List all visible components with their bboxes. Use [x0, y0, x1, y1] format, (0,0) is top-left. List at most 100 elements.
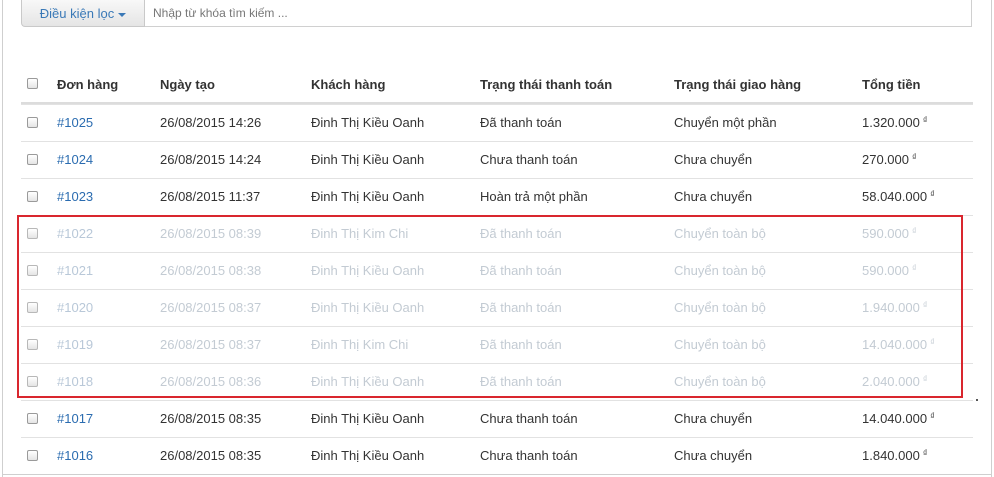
row-select-cell: [27, 142, 38, 179]
table-row[interactable]: #1018 26/08/2015 08:36 Đinh Thị Kiều Oanh Đ…: [21, 363, 973, 400]
created-date: 26/08/2015 08:35: [160, 411, 262, 426]
customer-name: Đinh Thị Kiều Oanh: [311, 300, 425, 315]
order-total: 1.320.000 ₫: [862, 105, 927, 142]
panel-border-left: [2, 0, 3, 477]
row-checkbox[interactable]: [27, 339, 38, 350]
row-checkbox[interactable]: [27, 450, 38, 461]
customer-name: Đinh Thị Kiều Oanh: [311, 189, 425, 204]
order-total: 58.040.000 ₫: [862, 179, 935, 216]
row-select-cell: [27, 438, 38, 475]
order-id-cell: #1019: [57, 327, 93, 363]
total-amount: 590.000: [862, 226, 909, 241]
header-payment-status[interactable]: Trạng thái thanh toán: [480, 67, 612, 103]
table-row[interactable]: #1025 26/08/2015 14:26 Đinh Thị Kiều Oanh Đ…: [21, 104, 973, 141]
order-link[interactable]: #1025: [57, 115, 93, 130]
payment-status: Đã thanh toán: [480, 337, 562, 352]
payment-status: Đã thanh toán: [480, 263, 562, 278]
currency-symbol: ₫: [922, 448, 928, 458]
total-amount: 590.000: [862, 263, 909, 278]
row-checkbox[interactable]: [27, 376, 38, 387]
shipping-status: Chuyển toàn bộ: [674, 263, 766, 278]
shipping-status: Chuyển một phần: [674, 115, 777, 130]
customer-name: Đinh Thị Kim Chi: [311, 337, 409, 352]
order-total: 1.940.000 ₫: [862, 290, 927, 327]
shipping-status: Chuyển toàn bộ: [674, 226, 766, 241]
table-row[interactable]: #1020 26/08/2015 08:37 Đinh Thị Kiều Oanh Đ…: [21, 289, 973, 326]
created-date: 26/08/2015 08:39: [160, 226, 262, 241]
row-select-cell: [27, 216, 38, 253]
order-id-cell: #1023: [57, 179, 93, 215]
order-link[interactable]: #1022: [57, 226, 93, 241]
order-total: 270.000 ₫: [862, 142, 917, 179]
table-body: #1025 26/08/2015 14:26 Đinh Thị Kiều Oanh Đ…: [21, 104, 973, 474]
order-link[interactable]: #1018: [57, 374, 93, 389]
shipping-status: Chưa chuyển: [674, 411, 753, 426]
row-checkbox[interactable]: [27, 265, 38, 276]
row-checkbox[interactable]: [27, 154, 38, 165]
currency-symbol: ₫: [930, 189, 935, 199]
created-date: 26/08/2015 08:37: [160, 337, 262, 352]
header-shipping-status[interactable]: Trạng thái giao hàng: [674, 67, 801, 103]
stray-dot: [976, 399, 978, 401]
header-total[interactable]: Tổng tiền: [862, 67, 921, 103]
row-checkbox[interactable]: [27, 413, 38, 424]
currency-symbol: ₫: [930, 411, 935, 421]
row-checkbox[interactable]: [27, 191, 38, 202]
customer-name: Đinh Thị Kiều Oanh: [311, 152, 425, 167]
filter-button-label: Điều kiện lọc: [39, 6, 115, 21]
order-link[interactable]: #1023: [57, 189, 93, 204]
order-link[interactable]: #1016: [57, 448, 93, 463]
total-amount: 14.040.000: [862, 337, 928, 352]
row-checkbox[interactable]: [27, 228, 38, 239]
order-link[interactable]: #1020: [57, 300, 93, 315]
payment-status: Đã thanh toán: [480, 226, 562, 241]
table-row[interactable]: #1017 26/08/2015 08:35 Đinh Thị Kiều Oanh C…: [21, 400, 973, 437]
order-total: 1.840.000 ₫: [862, 438, 927, 475]
order-id-cell: #1018: [57, 364, 93, 400]
panel-border-bottom: [2, 474, 992, 475]
order-id-cell: #1020: [57, 290, 93, 326]
order-link[interactable]: #1024: [57, 152, 93, 167]
header-customer[interactable]: Khách hàng: [311, 67, 385, 103]
customer-name: Đinh Thị Kiều Oanh: [311, 374, 425, 389]
order-id-cell: #1017: [57, 401, 93, 437]
select-all-cell: [27, 67, 38, 103]
order-id-cell: #1016: [57, 438, 93, 474]
payment-status: Chưa thanh toán: [480, 411, 578, 426]
orders-table: Đơn hàng Ngày tạo Khách hàng Trạng thái …: [21, 67, 973, 474]
customer-name: Đinh Thị Kiều Oanh: [311, 263, 425, 278]
created-date: 26/08/2015 14:26: [160, 115, 262, 130]
total-amount: 1.840.000: [862, 448, 920, 463]
table-row[interactable]: #1016 26/08/2015 08:35 Đinh Thị Kiều Oanh C…: [21, 437, 973, 474]
caret-down-icon: [118, 12, 127, 17]
row-checkbox[interactable]: [27, 117, 38, 128]
order-link[interactable]: #1021: [57, 263, 93, 278]
order-id-cell: #1024: [57, 142, 93, 178]
table-row[interactable]: #1021 26/08/2015 08:38 Đinh Thị Kiều Oanh Đ…: [21, 252, 973, 289]
payment-status: Chưa thanh toán: [480, 152, 578, 167]
row-select-cell: [27, 179, 38, 216]
payment-status: Đã thanh toán: [480, 374, 562, 389]
shipping-status: Chuyển toàn bộ: [674, 300, 766, 315]
table-row[interactable]: #1024 26/08/2015 14:24 Đinh Thị Kiều Oanh C…: [21, 141, 973, 178]
header-order[interactable]: Đơn hàng: [57, 67, 118, 103]
order-id-cell: #1021: [57, 253, 93, 289]
total-amount: 1.320.000: [862, 115, 920, 130]
shipping-status: Chưa chuyển: [674, 448, 753, 463]
order-id-cell: #1022: [57, 216, 93, 252]
select-all-checkbox[interactable]: [27, 78, 38, 89]
row-checkbox[interactable]: [27, 302, 38, 313]
table-row[interactable]: #1022 26/08/2015 08:39 Đinh Thị Kim Chi Đã …: [21, 215, 973, 252]
order-link[interactable]: #1017: [57, 411, 93, 426]
table-row[interactable]: #1019 26/08/2015 08:37 Đinh Thị Kim Chi Đã …: [21, 326, 973, 363]
search-input[interactable]: [145, 0, 972, 27]
shipping-status: Chuyển toàn bộ: [674, 337, 766, 352]
filter-conditions-button[interactable]: Điều kiện lọc: [21, 0, 145, 27]
total-amount: 1.940.000: [862, 300, 920, 315]
row-select-cell: [27, 364, 38, 401]
header-date[interactable]: Ngày tạo: [160, 67, 215, 103]
table-row[interactable]: #1023 26/08/2015 11:37 Đinh Thị Kiều Oanh H…: [21, 178, 973, 215]
order-total: 2.040.000 ₫: [862, 364, 927, 401]
order-link[interactable]: #1019: [57, 337, 93, 352]
table-header: Đơn hàng Ngày tạo Khách hàng Trạng thái …: [21, 67, 973, 104]
